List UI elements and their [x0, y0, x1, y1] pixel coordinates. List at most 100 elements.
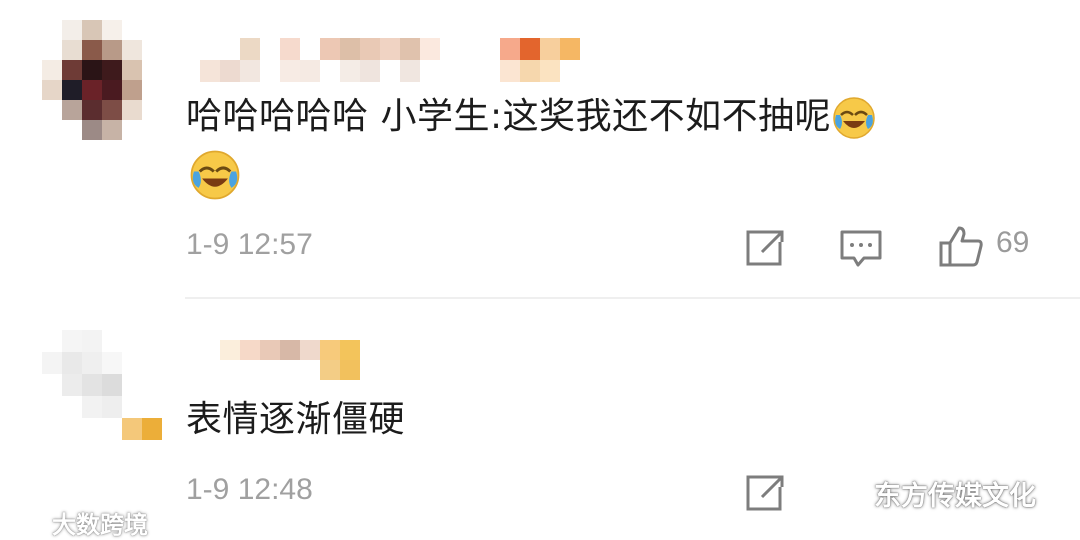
mosaic-cell — [82, 352, 102, 374]
mosaic-cell — [480, 38, 500, 60]
mosaic-cell — [340, 360, 360, 380]
mosaic-cell — [200, 38, 220, 60]
mosaic-cell — [340, 60, 360, 82]
mosaic-cell — [42, 374, 62, 396]
mosaic-cell — [122, 60, 142, 80]
watermark-right: 东方传媒文化 — [836, 474, 1036, 513]
mosaic-cell — [122, 20, 142, 40]
mosaic-cell — [62, 20, 82, 40]
mosaic-cell — [520, 60, 540, 82]
mosaic-cell — [400, 60, 420, 82]
mosaic-cell — [62, 80, 82, 100]
mosaic-cell — [360, 60, 380, 82]
weibo-logo-icon — [10, 515, 47, 539]
mosaic-cell — [42, 352, 62, 374]
mosaic-cell — [340, 38, 360, 60]
watermark-left: 大数跨境 — [10, 505, 148, 540]
comment-text-content: 哈哈哈哈哈 小学生:这奖我还不如不抽呢 — [186, 96, 832, 137]
username[interactable] — [200, 38, 580, 82]
mosaic-cell — [200, 340, 220, 360]
mosaic-cell — [300, 60, 320, 82]
mosaic-cell — [122, 40, 142, 60]
mosaic-cell — [142, 60, 162, 80]
mosaic-cell — [560, 60, 580, 82]
mosaic-cell — [220, 340, 240, 360]
wechat-logo-icon — [836, 484, 872, 511]
mosaic-cell — [142, 20, 162, 40]
mosaic-cell — [102, 40, 122, 60]
mosaic-cell — [142, 80, 162, 100]
mosaic-cell — [62, 120, 82, 140]
mosaic-cell — [82, 80, 102, 100]
mosaic-cell — [42, 396, 62, 418]
watermark-left-text: 大数跨境 — [52, 511, 148, 539]
mosaic-cell — [122, 80, 142, 100]
mosaic-cell — [42, 20, 62, 40]
mosaic-cell — [260, 360, 280, 380]
mosaic-cell — [42, 330, 62, 352]
mosaic-cell — [42, 120, 62, 140]
mosaic-cell — [42, 418, 62, 440]
laugh-cry-emoji-icon — [833, 97, 875, 139]
mosaic-cell — [142, 330, 162, 352]
mosaic-cell — [102, 60, 122, 80]
like-count: 69 — [996, 226, 1030, 259]
username[interactable] — [200, 340, 360, 380]
mosaic-cell — [82, 330, 102, 352]
mosaic-cell — [240, 360, 260, 380]
mosaic-cell — [122, 396, 142, 418]
mosaic-cell — [220, 60, 240, 82]
mosaic-cell — [122, 120, 142, 140]
like-icon[interactable] — [938, 224, 984, 268]
mosaic-cell — [82, 396, 102, 418]
mosaic-cell — [62, 100, 82, 120]
comment-text: 哈哈哈哈哈 小学生:这奖我还不如不抽呢 — [186, 92, 1056, 142]
mosaic-cell — [62, 40, 82, 60]
comment-timestamp: 1-9 12:48 — [186, 473, 313, 506]
mosaic-cell — [300, 38, 320, 60]
mosaic-cell — [440, 38, 460, 60]
mosaic-cell — [142, 100, 162, 120]
mosaic-cell — [460, 38, 480, 60]
mosaic-cell — [42, 100, 62, 120]
avatar[interactable] — [42, 20, 162, 140]
mosaic-cell — [220, 38, 240, 60]
mosaic-cell — [260, 38, 280, 60]
share-icon[interactable] — [742, 228, 788, 268]
mosaic-cell — [320, 360, 340, 380]
mosaic-cell — [500, 60, 520, 82]
mosaic-cell — [82, 120, 102, 140]
mosaic-cell — [82, 418, 102, 440]
mosaic-cell — [82, 60, 102, 80]
share-icon[interactable] — [742, 473, 788, 513]
mosaic-cell — [440, 60, 460, 82]
mosaic-cell — [280, 340, 300, 360]
mosaic-cell — [102, 330, 122, 352]
mosaic-cell — [300, 360, 320, 380]
mosaic-cell — [460, 60, 480, 82]
mosaic-cell — [142, 120, 162, 140]
mosaic-cell — [380, 38, 400, 60]
mosaic-cell — [62, 396, 82, 418]
comment-item: 哈哈哈哈哈 小学生:这奖我还不如不抽呢 1-9 12:57 69 — [0, 0, 1080, 298]
mosaic-cell — [122, 352, 142, 374]
mosaic-cell — [62, 374, 82, 396]
comment-icon[interactable] — [838, 228, 884, 268]
mosaic-cell — [280, 60, 300, 82]
mosaic-cell — [420, 38, 440, 60]
mosaic-cell — [142, 374, 162, 396]
mosaic-cell — [320, 38, 340, 60]
avatar[interactable] — [42, 330, 162, 440]
mosaic-cell — [360, 38, 380, 60]
mosaic-cell — [220, 360, 240, 380]
mosaic-cell — [260, 340, 280, 360]
mosaic-cell — [260, 60, 280, 82]
mosaic-cell — [380, 60, 400, 82]
mosaic-cell — [102, 20, 122, 40]
mosaic-cell — [102, 100, 122, 120]
mosaic-cell — [142, 40, 162, 60]
comment-timestamp: 1-9 12:57 — [186, 228, 313, 261]
mosaic-cell — [240, 340, 260, 360]
mosaic-cell — [102, 396, 122, 418]
mosaic-cell — [200, 60, 220, 82]
